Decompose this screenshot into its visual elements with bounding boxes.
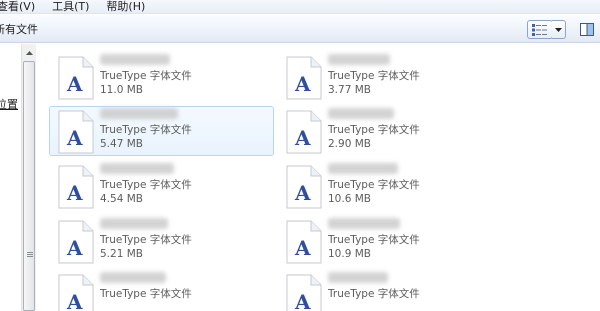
font-file-icon: A xyxy=(58,110,94,154)
file-name-blurred xyxy=(100,108,178,119)
file-size: 10.6 MB xyxy=(328,193,371,205)
new-item-button[interactable]: 新有文件 xyxy=(0,21,38,37)
file-type: TrueType 字体文件 xyxy=(328,179,420,191)
file-type: TrueType 字体文件 xyxy=(100,288,192,300)
file-name-blurred xyxy=(328,272,388,283)
file-type: TrueType 字体文件 xyxy=(100,124,192,136)
file-name-blurred xyxy=(328,163,398,174)
svg-text:A: A xyxy=(66,290,83,311)
file-type: TrueType 字体文件 xyxy=(100,179,192,191)
toolbar: 新有文件 xyxy=(0,15,600,43)
font-file-icon: A xyxy=(286,220,322,264)
file-type: TrueType 字体文件 xyxy=(100,70,192,82)
preview-pane-icon xyxy=(580,23,594,36)
file-name-blurred xyxy=(100,272,166,283)
svg-text:A: A xyxy=(294,290,311,311)
file-type: TrueType 字体文件 xyxy=(100,234,192,246)
font-file-icon: A xyxy=(58,220,94,264)
svg-text:A: A xyxy=(294,72,311,96)
file-tile[interactable]: A TrueType 字体文件 5.21 MB xyxy=(49,216,274,266)
file-tile-selected[interactable]: A TrueType 字体文件 5.47 MB xyxy=(49,106,274,156)
menu-help[interactable]: 帮助(H) xyxy=(106,0,154,14)
file-size: 4.54 MB xyxy=(100,193,143,205)
font-file-icon: A xyxy=(286,56,322,100)
file-size: 3.77 MB xyxy=(328,84,371,96)
font-file-icon: A xyxy=(58,56,94,100)
file-tile[interactable]: A TrueType 字体文件 xyxy=(49,270,274,311)
chevron-up-icon xyxy=(25,51,33,55)
file-type: TrueType 字体文件 xyxy=(328,70,420,82)
scroll-up-arrow[interactable] xyxy=(22,46,36,60)
file-name-blurred xyxy=(328,54,390,65)
file-tile[interactable]: A TrueType 字体文件 11.0 MB xyxy=(49,52,274,102)
file-size: 2.90 MB xyxy=(328,138,371,150)
svg-text:A: A xyxy=(294,236,311,260)
file-size: 11.0 MB xyxy=(100,84,143,96)
file-name-blurred xyxy=(100,218,168,229)
file-tile[interactable]: A TrueType 字体文件 10.9 MB xyxy=(277,216,502,266)
change-view-button[interactable] xyxy=(527,20,553,39)
file-name-blurred xyxy=(100,54,170,65)
file-tile[interactable]: A TrueType 字体文件 2.90 MB xyxy=(277,106,502,156)
file-tile[interactable]: A TrueType 字体文件 4.54 MB xyxy=(49,161,274,211)
font-file-icon: A xyxy=(286,110,322,154)
file-size: 5.47 MB xyxy=(100,138,143,150)
file-type: TrueType 字体文件 xyxy=(328,288,420,300)
svg-text:A: A xyxy=(66,126,83,150)
nav-scrollbar[interactable] xyxy=(21,44,36,311)
svg-text:A: A xyxy=(66,72,83,96)
font-file-icon: A xyxy=(58,274,94,311)
file-size: 10.9 MB xyxy=(328,248,371,260)
chevron-down-icon xyxy=(555,27,562,32)
scroll-grip xyxy=(27,252,33,257)
nav-item-location[interactable]: 位置 xyxy=(0,96,18,112)
details-view-icon xyxy=(532,23,547,36)
file-list: A TrueType 字体文件 11.0 MB A TrueType 字体文件 … xyxy=(37,44,600,311)
file-tile[interactable]: A TrueType 字体文件 10.6 MB xyxy=(277,161,502,211)
font-file-icon: A xyxy=(286,165,322,209)
file-tile[interactable]: A TrueType 字体文件 3.77 MB xyxy=(277,52,502,102)
file-name-blurred xyxy=(328,218,400,229)
svg-text:A: A xyxy=(66,181,83,205)
view-dropdown-button[interactable] xyxy=(552,20,566,39)
svg-text:A: A xyxy=(294,181,311,205)
file-name-blurred xyxy=(328,108,394,119)
menu-tools[interactable]: 工具(T) xyxy=(52,0,98,14)
font-file-icon: A xyxy=(58,165,94,209)
file-type: TrueType 字体文件 xyxy=(328,124,420,136)
menu-bar: 查看(V) 工具(T) 帮助(H) xyxy=(0,0,600,14)
file-size: 5.21 MB xyxy=(100,248,143,260)
font-file-icon: A xyxy=(286,274,322,311)
file-name-blurred xyxy=(100,163,174,174)
menu-view[interactable]: 查看(V) xyxy=(0,0,44,14)
file-tile[interactable]: A TrueType 字体文件 xyxy=(277,270,502,311)
scroll-thumb[interactable] xyxy=(23,61,35,311)
file-type: TrueType 字体文件 xyxy=(328,234,420,246)
svg-text:A: A xyxy=(66,236,83,260)
preview-pane-button[interactable] xyxy=(577,20,597,39)
svg-text:A: A xyxy=(294,126,311,150)
